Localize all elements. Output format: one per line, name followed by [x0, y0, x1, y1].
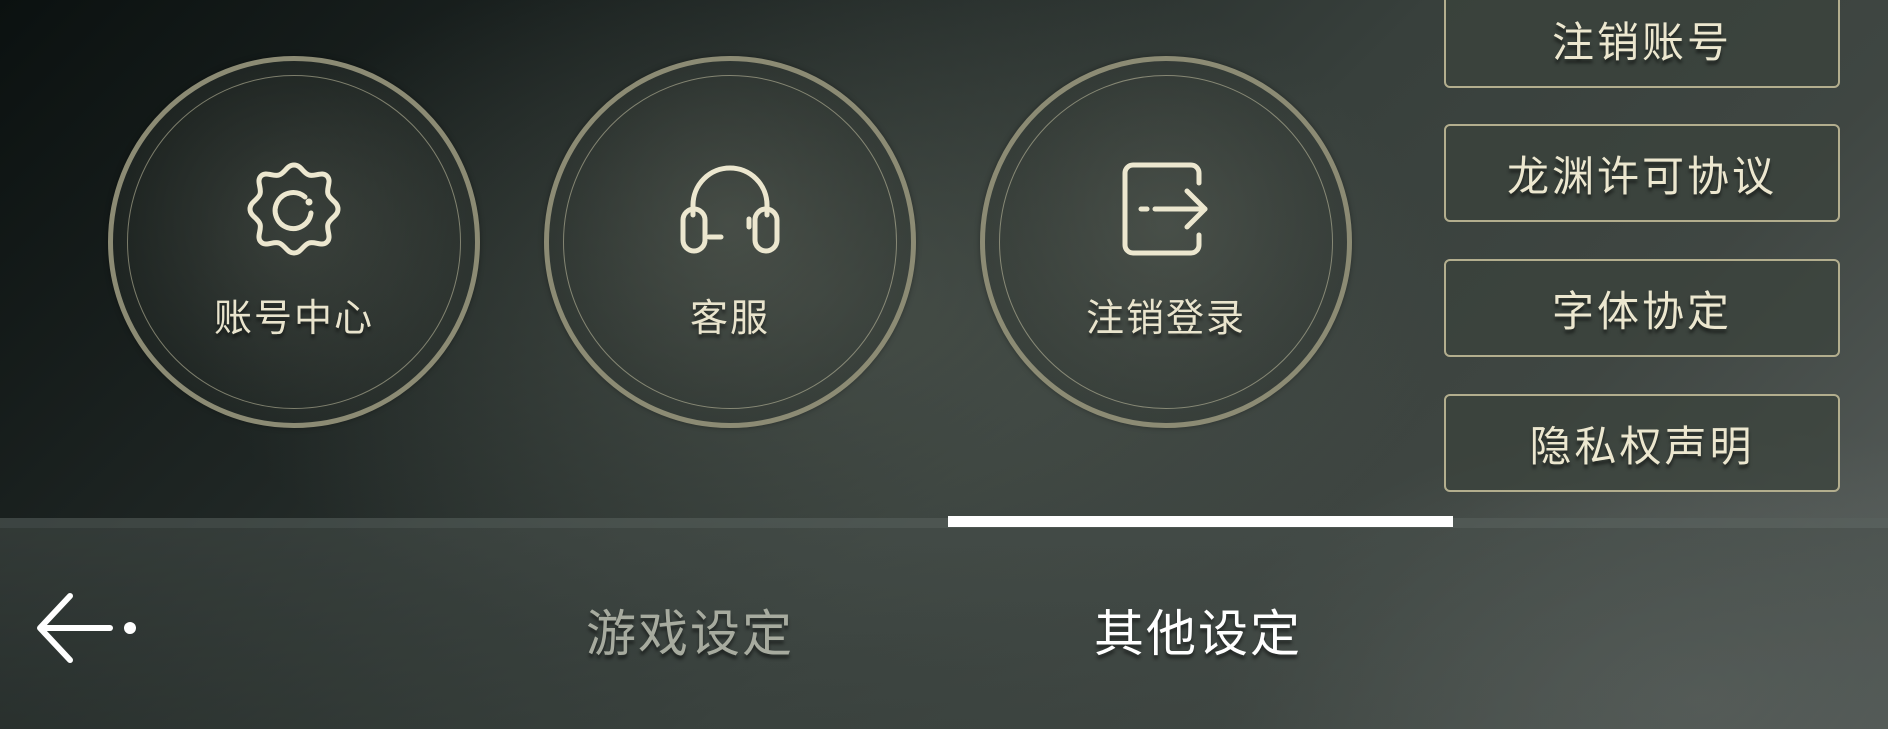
- logout-button[interactable]: 注销登录: [980, 56, 1352, 428]
- account-center-label: 账号中心: [213, 296, 374, 340]
- font-agreement-button[interactable]: 字体协定: [1444, 259, 1840, 357]
- tab-track: [0, 518, 1888, 528]
- tab-other-settings[interactable]: 其他设定: [1094, 594, 1302, 666]
- customer-service-label: 客服: [689, 296, 770, 340]
- back-button[interactable]: [34, 588, 144, 668]
- active-tab-indicator: [948, 516, 1453, 527]
- headset-icon: [675, 153, 785, 263]
- bottom-tab-bar: [0, 528, 1888, 729]
- license-agreement-button[interactable]: 龙渊许可协议: [1444, 124, 1840, 222]
- tab-game-settings[interactable]: 游戏设定: [586, 594, 794, 666]
- privacy-statement-button[interactable]: 隐私权声明: [1444, 394, 1840, 492]
- logout-icon: [1111, 153, 1221, 263]
- logout-label: 注销登录: [1085, 296, 1246, 340]
- delete-account-button[interactable]: 注销账号: [1444, 0, 1840, 88]
- account-center-button[interactable]: 账号中心: [108, 56, 480, 428]
- back-arrow-icon: [34, 588, 144, 668]
- gear-icon: [239, 153, 349, 263]
- customer-service-button[interactable]: 客服: [544, 56, 916, 428]
